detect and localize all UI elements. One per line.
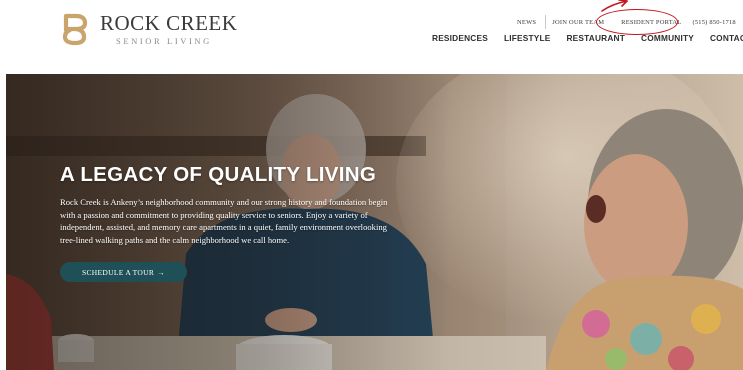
brand-name: ROCK CREEK [100,11,238,35]
phone-number-link[interactable]: (515) 850-1718 [692,19,735,26]
arrow-right-icon: → [157,267,165,277]
schedule-tour-label: SCHEDULE A TOUR [82,267,155,277]
hero-banner: A LEGACY OF QUALITY LIVING Rock Creek is… [6,74,743,370]
nav-news-link[interactable]: NEWS [517,19,536,26]
nav-residences[interactable]: RESIDENCES [432,33,488,43]
hero-description: Rock Creek is Ankeny’s neighborhood comm… [60,197,388,245]
nav-community[interactable]: COMMUNITY [641,33,694,43]
rock-creek-logo-icon [62,13,88,46]
annotation-arrow-icon [601,0,628,12]
annotation-circle-highlight [596,9,678,35]
main-nav: RESIDENCES LIFESTYLE RESTAURANT COMMUNIT… [432,33,743,43]
nav-contact[interactable]: CONTACT [710,33,743,43]
utility-divider [545,15,547,29]
logo-text: ROCK CREEK SENIOR LIVING [100,12,237,46]
schedule-tour-button[interactable]: SCHEDULE A TOUR → [60,262,187,282]
hero-title: A LEGACY OF QUALITY LIVING [60,163,377,186]
brand-tagline: SENIOR LIVING [116,36,212,46]
nav-lifestyle[interactable]: LIFESTYLE [504,33,551,43]
site-logo[interactable]: ROCK CREEK SENIOR LIVING [58,12,237,46]
nav-restaurant[interactable]: RESTAURANT [566,33,625,43]
